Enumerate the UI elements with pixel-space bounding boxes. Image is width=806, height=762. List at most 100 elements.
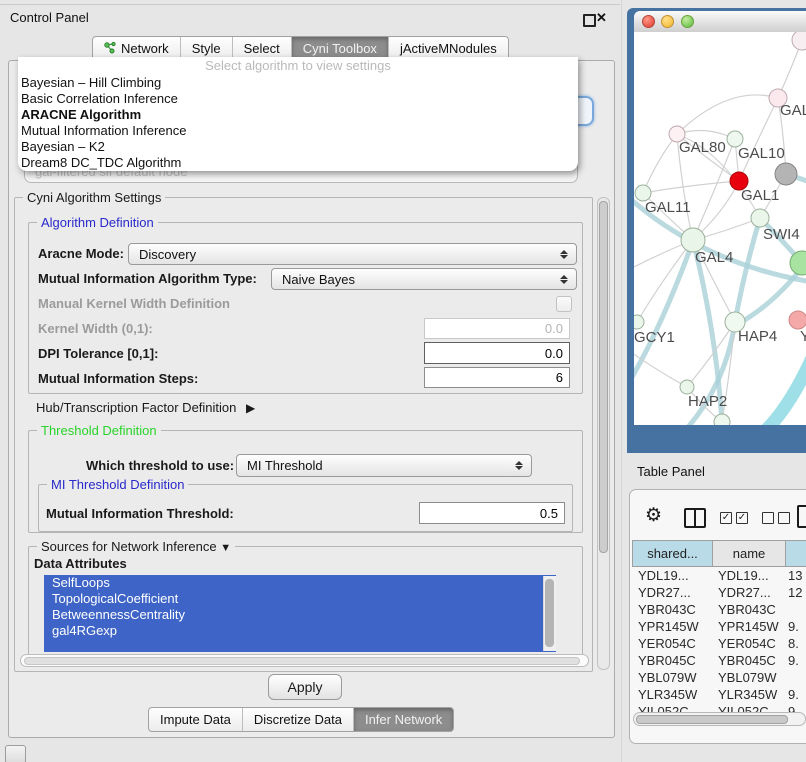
network-node-gcy1[interactable] bbox=[634, 315, 644, 329]
settings-vertical-scrollbar-thumb[interactable] bbox=[599, 201, 608, 553]
gear-icon[interactable]: ⚙ bbox=[645, 504, 662, 527]
column-header-name[interactable]: name bbox=[713, 541, 786, 566]
table-cell: YDL19... bbox=[632, 567, 712, 584]
settings-horizontal-scrollbar-thumb[interactable] bbox=[24, 657, 580, 665]
attribute-item-gal4rgexp[interactable]: gal4RGexp bbox=[44, 623, 556, 639]
algorithm-option-mutual-information-inference[interactable]: Mutual Information Inference bbox=[18, 123, 578, 139]
table-cell bbox=[785, 601, 806, 618]
mi-type-combo[interactable]: Naive Bayes bbox=[271, 268, 577, 290]
network-node-label: SWI4 bbox=[763, 226, 800, 243]
table-cell: YBR045C bbox=[632, 652, 712, 669]
unchecked-checkbox-icon[interactable] bbox=[762, 512, 774, 524]
table-header-row[interactable]: shared...nameA bbox=[632, 540, 806, 567]
table-cell: 13 bbox=[785, 567, 806, 584]
zoom-button[interactable] bbox=[681, 15, 694, 28]
tab-label: Cyni Toolbox bbox=[303, 41, 377, 56]
algorithm-option-dream8-dc-tdc-algorithm[interactable]: Dream8 DC_TDC Algorithm bbox=[18, 155, 578, 171]
network-node[interactable] bbox=[775, 163, 797, 185]
document-icon[interactable] bbox=[797, 505, 806, 528]
table-cell: YBR045C bbox=[712, 652, 785, 669]
attributes-list-scrollbar-thumb[interactable] bbox=[545, 579, 554, 647]
dpi-tolerance-field[interactable]: 0.0 bbox=[424, 342, 570, 364]
mi-steps-field[interactable]: 6 bbox=[424, 367, 570, 388]
manual-kernel-label: Manual Kernel Width Definition bbox=[38, 296, 230, 311]
network-node-y[interactable] bbox=[789, 311, 806, 329]
manual-kernel-checkbox[interactable] bbox=[556, 296, 572, 312]
network-node[interactable] bbox=[792, 32, 806, 50]
algorithm-popup-hint: Select algorithm to view settings bbox=[18, 57, 578, 75]
algorithm-option-basic-correlation-inference[interactable]: Basic Correlation Inference bbox=[18, 91, 578, 107]
algorithm-option-aracne-algorithm[interactable]: ARACNE Algorithm bbox=[18, 107, 578, 123]
expand-right-icon: ▶ bbox=[246, 401, 255, 415]
close-button[interactable] bbox=[642, 15, 655, 28]
data-attributes-label: Data Attributes bbox=[34, 556, 127, 571]
table-row[interactable]: YLR345WYLR345W9. bbox=[632, 686, 806, 703]
algorithm-option-bayesian-hill-climbing[interactable]: Bayesian – Hill Climbing bbox=[18, 75, 578, 91]
network-node-swi4[interactable] bbox=[751, 209, 769, 227]
partial-button[interactable] bbox=[5, 745, 26, 762]
attribute-item-topologicalcoefficient[interactable]: TopologicalCoefficient bbox=[44, 591, 556, 607]
hub-expander[interactable]: Hub/Transcription Factor Definition ▶ bbox=[36, 400, 255, 415]
network-edge bbox=[766, 358, 806, 425]
table-cell: YBR043C bbox=[632, 601, 712, 618]
tab-impute-data[interactable]: Impute Data bbox=[149, 708, 243, 731]
table-cell: YBR043C bbox=[712, 601, 785, 618]
tab-label: Select bbox=[244, 41, 280, 56]
float-window-icon[interactable] bbox=[583, 14, 596, 27]
minimize-button[interactable] bbox=[661, 15, 674, 28]
split-columns-icon[interactable] bbox=[684, 508, 706, 528]
table-cell: 12 bbox=[785, 584, 806, 601]
network-canvas[interactable]: GALGAL80GAL10GAL1GAL11SWI4GAL4GCY1HAP4YH… bbox=[634, 32, 806, 425]
tab-label: Impute Data bbox=[160, 712, 231, 727]
close-icon[interactable]: ✕ bbox=[596, 10, 607, 26]
network-edge bbox=[643, 181, 739, 193]
network-node-hap2[interactable] bbox=[680, 380, 694, 394]
mi-threshold-field[interactable]: 0.5 bbox=[419, 502, 565, 524]
network-window-titlebar[interactable] bbox=[634, 11, 806, 33]
column-header-shared[interactable]: shared... bbox=[633, 541, 713, 566]
sources-group-title[interactable]: Sources for Network Inference ▼ bbox=[37, 539, 235, 554]
apply-button[interactable]: Apply bbox=[268, 674, 342, 700]
attribute-item-betweennesscentrality[interactable]: BetweennessCentrality bbox=[44, 607, 556, 623]
kernel-width-field[interactable]: 0.0 bbox=[424, 318, 570, 339]
algorithm-option-bayesian-k2[interactable]: Bayesian – K2 bbox=[18, 139, 578, 155]
table-cell: YLR345W bbox=[632, 686, 712, 703]
network-node[interactable] bbox=[714, 414, 730, 425]
table-horizontal-scrollbar-thumb[interactable] bbox=[636, 715, 788, 724]
column-header-a[interactable]: A bbox=[786, 541, 806, 566]
tab-label: jActiveMNodules bbox=[400, 41, 497, 56]
stepper-icon bbox=[515, 461, 523, 470]
network-edge bbox=[677, 95, 778, 134]
data-attributes-list[interactable]: SelfLoopsTopologicalCoefficientBetweenne… bbox=[44, 575, 556, 652]
which-threshold-combo[interactable]: MI Threshold bbox=[236, 454, 532, 477]
network-window: GALGAL80GAL10GAL1GAL11SWI4GAL4GCY1HAP4YH… bbox=[634, 11, 806, 425]
which-threshold-label: Which threshold to use: bbox=[86, 458, 234, 473]
table-row[interactable]: YBL079WYBL079W bbox=[632, 669, 806, 686]
attribute-item-selfloops[interactable]: SelfLoops bbox=[44, 575, 556, 591]
table-row[interactable]: YER054CYER054C8. bbox=[632, 635, 806, 652]
aracne-mode-combo[interactable]: Discovery bbox=[128, 243, 577, 265]
attribute-item[interactable] bbox=[44, 639, 556, 652]
network-node-label: Y bbox=[800, 328, 806, 345]
network-node-label: GAL11 bbox=[645, 199, 691, 216]
network-node-label: HAP2 bbox=[688, 393, 727, 410]
table-row[interactable]: YBR043CYBR043C bbox=[632, 601, 806, 618]
stepper-icon bbox=[560, 275, 568, 284]
tab-infer-network[interactable]: Infer Network bbox=[354, 708, 453, 731]
algorithm-list: Bayesian – Hill ClimbingBasic Correlatio… bbox=[18, 75, 578, 171]
threshold-definition-title: Threshold Definition bbox=[37, 423, 161, 438]
table-row[interactable]: YDL19...YDL19...13 bbox=[632, 567, 806, 584]
control-panel-title: Control Panel bbox=[10, 10, 89, 25]
expand-down-icon: ▼ bbox=[220, 542, 231, 554]
table-cell: YER054C bbox=[712, 635, 785, 652]
tab-discretize-data[interactable]: Discretize Data bbox=[243, 708, 354, 731]
table-cell: YDR27... bbox=[632, 584, 712, 601]
tab-label: Infer Network bbox=[365, 712, 442, 727]
table-cell: YER054C bbox=[632, 635, 712, 652]
table-row[interactable]: YDR27...YDR27...12 bbox=[632, 584, 806, 601]
table-row[interactable]: YPR145WYPR145W9. bbox=[632, 618, 806, 635]
unchecked-checkbox-icon[interactable] bbox=[778, 512, 790, 524]
checked-checkbox-icon[interactable]: ✓ bbox=[736, 512, 748, 524]
checked-checkbox-icon[interactable]: ✓ bbox=[720, 512, 732, 524]
table-row[interactable]: YBR045CYBR045C9. bbox=[632, 652, 806, 669]
